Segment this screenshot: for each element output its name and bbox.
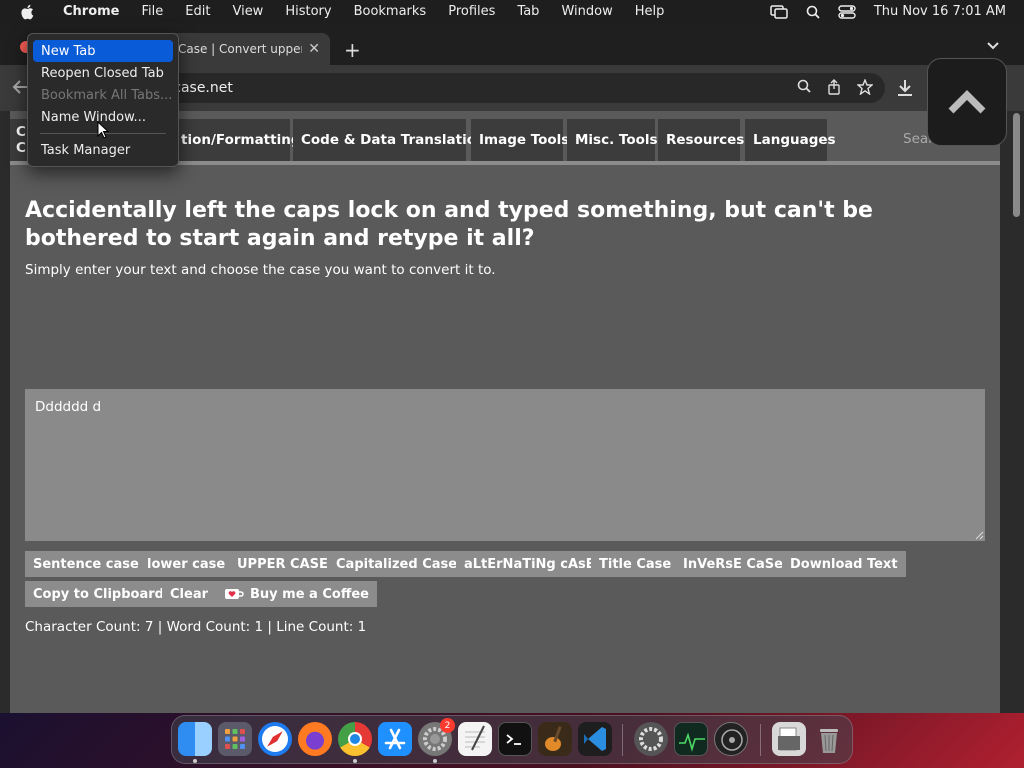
chrome-icon[interactable] (338, 722, 372, 756)
nav-item-formatting[interactable]: tion/Formatting (173, 119, 301, 161)
finder-icon[interactable] (178, 722, 212, 756)
mouse-pointer-icon (97, 121, 109, 139)
menu-bookmarks[interactable]: Bookmarks (343, 4, 438, 19)
vscode-icon[interactable] (578, 722, 612, 756)
nav-item-misc-tools[interactable]: Misc. Tools (567, 119, 658, 161)
running-indicator (353, 759, 357, 763)
capitalized-case-button[interactable]: Capitalized Case (328, 551, 466, 577)
menu-tab[interactable]: Tab (506, 4, 550, 19)
tab-title: Case | Convert upper (178, 42, 303, 56)
trash-icon[interactable] (812, 722, 846, 756)
menu-edit[interactable]: Edit (174, 4, 221, 19)
menu-view[interactable]: View (221, 4, 274, 19)
nav-item-label: Misc. Tools (575, 132, 658, 148)
nav-partial-line-2: C (16, 140, 26, 156)
dock: 2 (171, 715, 853, 764)
download-text-button[interactable]: Download Text (782, 551, 906, 577)
control-center-icon[interactable] (838, 4, 856, 19)
menu-history[interactable]: History (274, 4, 342, 19)
nav-item-languages[interactable]: Languages (745, 119, 836, 161)
back-arrow-icon[interactable] (12, 79, 28, 95)
address-bar[interactable]: rtcase.net (150, 73, 885, 103)
scrollbar-thumb[interactable] (1013, 113, 1020, 217)
context-menu: New Tab Reopen Closed Tab Bookmark All T… (27, 33, 179, 167)
running-indicator (433, 759, 437, 763)
menu-item-reopen-closed-tab[interactable]: Reopen Closed Tab (33, 62, 173, 84)
menu-datetime[interactable]: Thu Nov 16 7:01 AM (874, 4, 1006, 19)
nav-partial-line-1: C (16, 124, 26, 140)
buy-me-a-coffee-button[interactable]: Buy me a Coffee (216, 581, 377, 607)
nav-item-label: tion/Formatting (181, 132, 301, 148)
lower-case-button[interactable]: lower case (139, 551, 234, 577)
dock-divider (622, 724, 623, 756)
notification-badge: 2 (440, 718, 455, 733)
web-page: C C tion/Formatting Code & Data Translat… (10, 111, 1000, 713)
disk-utility-icon[interactable] (714, 722, 748, 756)
scroll-to-top-button[interactable] (927, 58, 1007, 146)
textedit-icon[interactable] (458, 722, 492, 756)
tab-search-chevron-icon[interactable] (986, 41, 1000, 51)
downloads-stack-icon[interactable] (772, 722, 806, 756)
app-store-icon[interactable] (378, 722, 412, 756)
new-tab-plus-icon[interactable]: + (344, 38, 361, 62)
settings-gear-icon[interactable] (634, 722, 668, 756)
bookmark-star-icon[interactable] (857, 79, 873, 95)
safari-icon[interactable] (258, 722, 292, 756)
inverse-case-button[interactable]: InVeRsE CaSe (675, 551, 791, 577)
spotlight-search-icon[interactable] (806, 5, 820, 19)
resize-grip-icon[interactable] (975, 531, 984, 540)
copy-to-clipboard-button[interactable]: Copy to Clipboard (25, 581, 172, 607)
menu-item-new-tab[interactable]: New Tab (33, 40, 173, 62)
page-headline: Accidentally left the caps lock on and t… (25, 198, 873, 251)
menu-item-task-manager[interactable]: Task Manager (33, 139, 173, 161)
nav-item-label: Code & Data Translation (301, 132, 486, 148)
text-input-area[interactable]: Dddddd d (25, 389, 985, 541)
menu-item-bookmark-all-tabs[interactable]: Bookmark All Tabs... (33, 84, 173, 106)
buy-me-a-coffee-label: Buy me a Coffee (250, 586, 369, 602)
scrollbar-track[interactable] (1000, 111, 1024, 713)
menu-app-name[interactable]: Chrome (52, 4, 131, 19)
clear-button[interactable]: Clear (162, 581, 216, 607)
menu-bar: Chrome File Edit View History Bookmarks … (0, 0, 1024, 23)
nav-item-label: Resources (666, 132, 745, 148)
menu-help[interactable]: Help (624, 4, 676, 19)
download-icon[interactable] (896, 79, 914, 97)
page-subheading: Simply enter your text and choose the ca… (25, 262, 496, 278)
firefox-icon[interactable] (298, 722, 332, 756)
screen-mirroring-icon[interactable] (770, 4, 788, 19)
nav-item-code-data-translation[interactable]: Code & Data Translation (293, 119, 486, 161)
nav-item-label: Languages (753, 132, 836, 148)
running-indicator (193, 759, 197, 763)
text-count-stats: Character Count: 7 | Word Count: 1 | Lin… (25, 619, 367, 635)
menu-window[interactable]: Window (550, 4, 623, 19)
coffee-heart-icon (225, 589, 244, 599)
tab-active[interactable]: Case | Convert upper ✕ (168, 33, 330, 65)
upper-case-button[interactable]: UPPER CASE (229, 551, 336, 577)
garageband-icon[interactable] (538, 722, 572, 756)
dock-divider (760, 724, 761, 756)
sentence-case-button[interactable]: Sentence case (25, 551, 147, 577)
nav-item-label: Image Tools (479, 132, 570, 148)
nav-item-resources[interactable]: Resources (658, 119, 744, 161)
apple-icon[interactable] (18, 4, 36, 20)
activity-monitor-icon[interactable] (674, 722, 708, 756)
menu-file[interactable]: File (131, 4, 175, 19)
alternating-case-button[interactable]: aLtErNaTiNg cAsE (456, 551, 603, 577)
nav-item-image-tools[interactable]: Image Tools (471, 119, 569, 161)
launchpad-icon[interactable] (218, 722, 252, 756)
terminal-icon[interactable] (498, 722, 532, 756)
zoom-search-icon[interactable] (797, 79, 811, 95)
menu-profiles[interactable]: Profiles (437, 4, 506, 19)
title-case-button[interactable]: Title Case (591, 551, 680, 577)
close-tab-icon[interactable]: ✕ (308, 41, 320, 57)
chevron-up-icon (948, 90, 986, 114)
share-icon[interactable] (827, 79, 841, 95)
